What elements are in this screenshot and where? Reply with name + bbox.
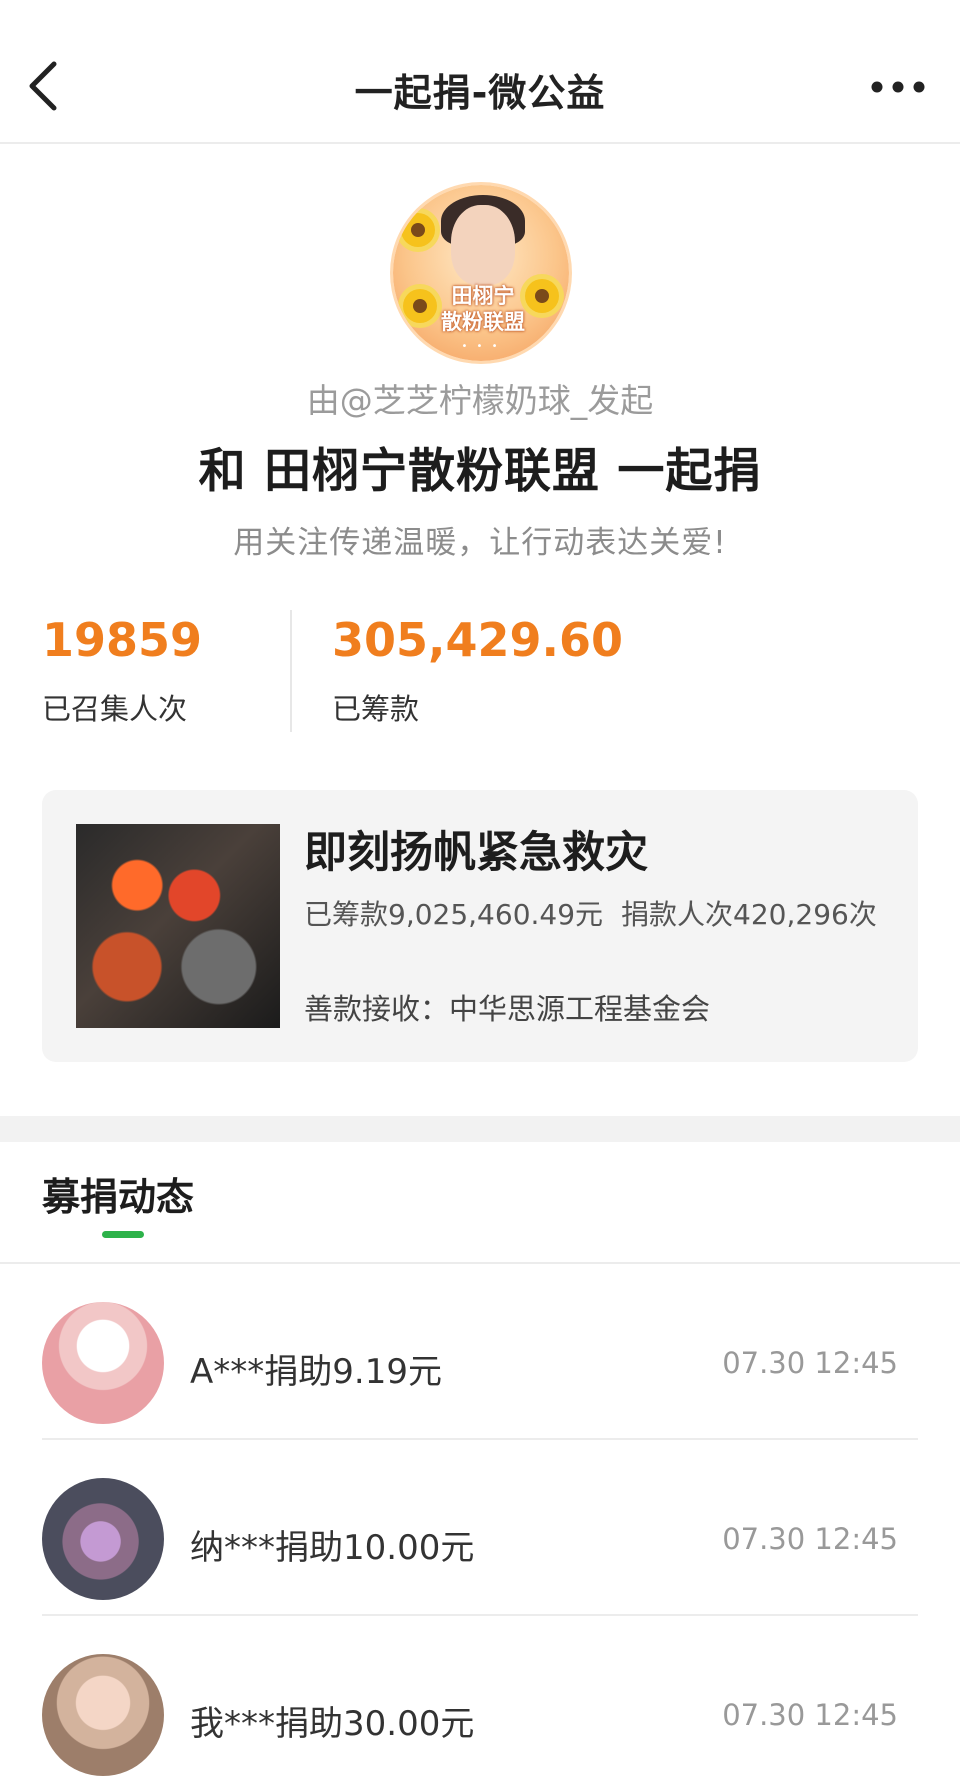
avatar-face xyxy=(451,205,515,285)
tab-donation-feed[interactable]: 募捐动态 xyxy=(42,1166,194,1221)
amount-label: 已筹款 xyxy=(332,692,420,726)
page-title: 一起捐-微公益 xyxy=(354,71,606,115)
people-label: 已召集人次 xyxy=(42,692,188,726)
project-receiver: 善款接收：中华思源工程基金会 xyxy=(304,992,711,1026)
more-dots-icon[interactable] xyxy=(870,80,926,94)
donation-time: 07.30 12:45 xyxy=(722,1698,898,1732)
list-item: 纳***捐助10.00元 07.30 12:45 xyxy=(42,1440,918,1616)
avatar xyxy=(42,1302,164,1424)
amount-raised: 305,429.60 xyxy=(332,613,624,667)
project-card[interactable]: 即刻扬帆紧急救灾 已筹款9,025,460.49元 捐款人次420,296次 善款… xyxy=(42,790,918,1062)
avatar-tag: 田栩宁 散粉联盟 xyxy=(441,284,525,334)
avatar-dots: • • • xyxy=(461,341,501,352)
project-donors: 捐款人次420,296次 xyxy=(621,898,877,931)
donation-text: A***捐助9.19元 xyxy=(190,1352,442,1392)
people-stat: 19859 已召集人次 xyxy=(42,610,202,728)
project-stats: 已筹款9,025,460.49元 捐款人次420,296次 xyxy=(304,898,894,932)
project-thumbnail xyxy=(76,824,280,1028)
project-title: 即刻扬帆紧急救灾 xyxy=(304,828,648,878)
sunflower-icon xyxy=(401,213,435,247)
donation-time: 07.30 12:45 xyxy=(722,1346,898,1380)
stats-divider xyxy=(290,610,292,732)
section-separator xyxy=(0,1116,960,1142)
people-count: 19859 xyxy=(42,613,203,667)
sunflower-icon xyxy=(525,279,559,313)
donation-text: 纳***捐助10.00元 xyxy=(190,1528,475,1568)
campaign-title: 和 田栩宁散粉联盟 一起捐 xyxy=(198,444,762,499)
sunflower-icon xyxy=(403,289,437,323)
project-raised: 已筹款9,025,460.49元 xyxy=(304,898,604,931)
list-item: A***捐助9.19元 07.30 12:45 xyxy=(42,1264,918,1440)
group-avatar: 田栩宁 散粉联盟 • • • xyxy=(393,185,569,361)
campaign-slogan: 用关注传递温暖，让行动表达关爱! xyxy=(233,525,727,561)
top-nav-bar: 一起捐-微公益 xyxy=(0,0,960,144)
avatar xyxy=(42,1478,164,1600)
stats-row: 19859 已召集人次 305,429.60 已筹款 xyxy=(0,610,960,740)
section-tabs: 募捐动态 xyxy=(0,1142,960,1264)
tab-indicator xyxy=(102,1231,144,1238)
list-item: 我***捐助30.00元 07.30 12:45 xyxy=(42,1616,918,1792)
donation-time: 07.30 12:45 xyxy=(722,1522,898,1556)
donation-text: 我***捐助30.00元 xyxy=(190,1704,475,1744)
initiator-text[interactable]: 由@芝芝柠檬奶球_发起 xyxy=(0,374,960,422)
avatar xyxy=(42,1654,164,1776)
amount-stat: 305,429.60 已筹款 xyxy=(332,610,623,728)
